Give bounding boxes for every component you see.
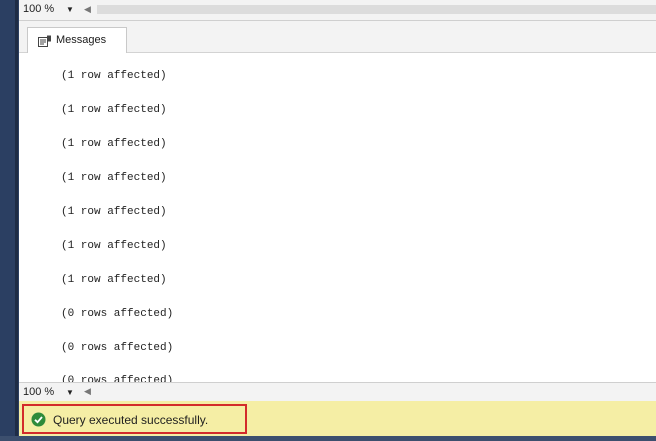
left-edge-divider	[15, 0, 18, 441]
message-line: (0 rows affected)	[61, 308, 174, 320]
zoom-value: 100 %	[23, 3, 55, 15]
messages-icon	[38, 35, 51, 47]
check-circle-icon	[31, 412, 46, 427]
scroll-left-icon[interactable]: ◀	[84, 384, 91, 398]
message-line: (1 row affected)	[61, 274, 167, 286]
message-line: (0 rows affected)	[61, 342, 174, 354]
scroll-left-icon[interactable]: ◀	[84, 2, 91, 16]
horizontal-scrollbar[interactable]	[97, 5, 656, 14]
status-message: Query executed successfully.	[53, 413, 209, 427]
message-line: (1 row affected)	[61, 206, 167, 218]
chevron-down-icon[interactable]: ▼	[66, 386, 74, 399]
bottom-zoom-value: 100 %	[23, 386, 55, 398]
tab-messages-label: Messages	[56, 34, 107, 46]
tab-messages[interactable]: Messages	[27, 27, 127, 54]
bottom-zoom-bar: 100 % ▼ ◀	[19, 382, 656, 401]
message-line: (1 row affected)	[61, 172, 167, 184]
message-line: (1 row affected)	[61, 138, 167, 150]
message-line: (1 row affected)	[61, 104, 167, 116]
chevron-down-icon[interactable]: ▼	[66, 3, 74, 16]
status-bar: Query executed successfully.	[19, 401, 656, 436]
bottom-zoom-dropdown[interactable]: 100 % ▼	[23, 386, 80, 399]
message-line: (1 row affected)	[61, 240, 167, 252]
zoom-dropdown[interactable]: 100 % ▼	[23, 3, 80, 16]
top-zoom-bar: 100 % ▼ ◀	[19, 0, 656, 21]
messages-pane[interactable]: (1 row affected) (1 row affected) (1 row…	[19, 53, 656, 383]
tab-bar: Messages	[19, 21, 656, 54]
message-line: (1 row affected)	[61, 70, 167, 82]
bottom-window-strip	[0, 436, 656, 441]
